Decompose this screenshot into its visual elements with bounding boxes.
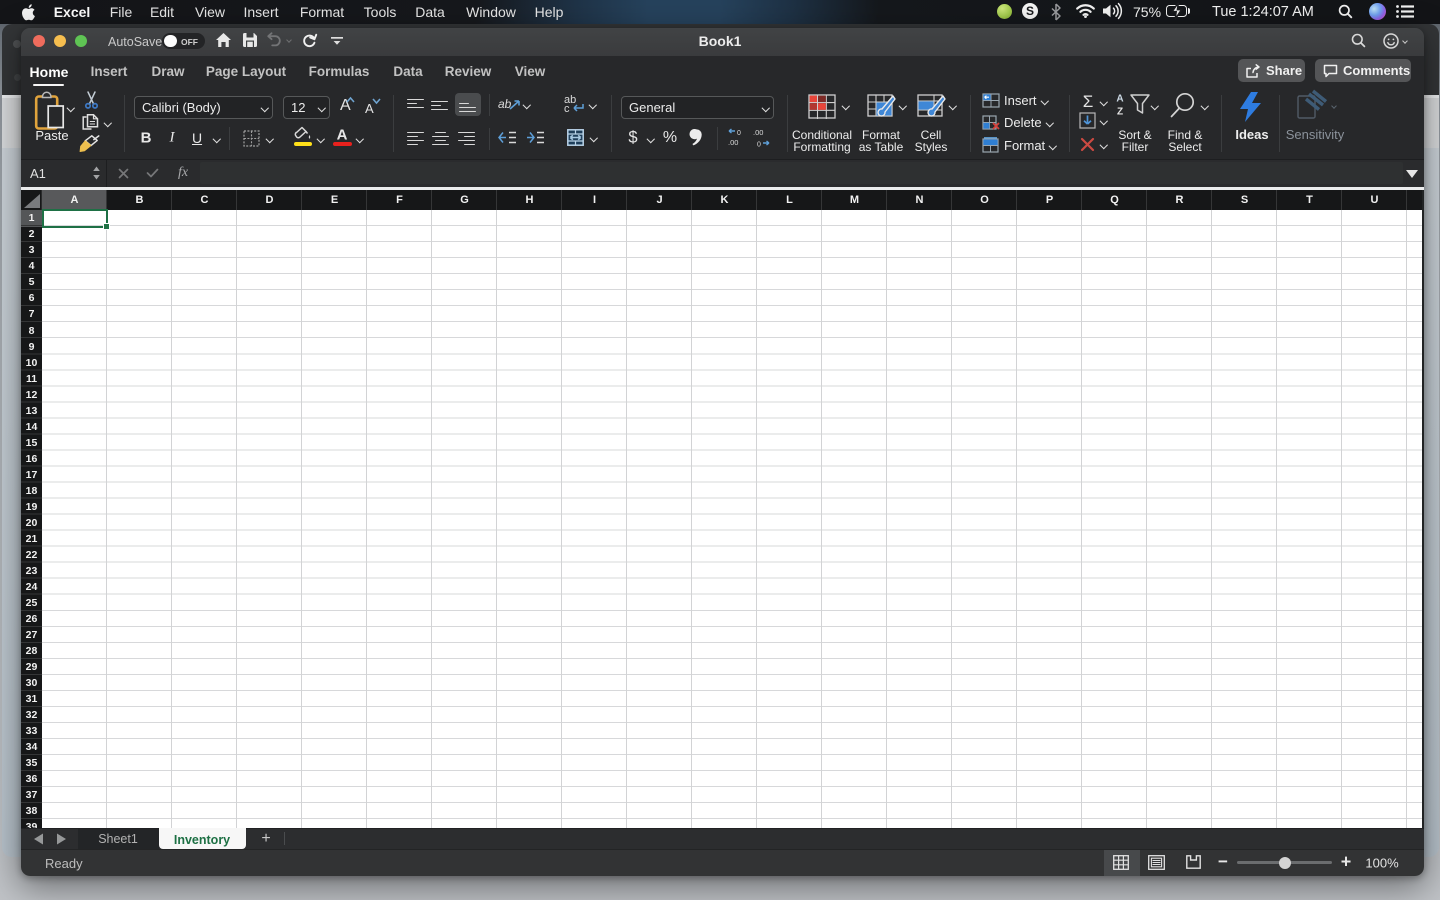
svg-text:.00: .00 [753, 128, 763, 137]
svg-text:0: 0 [757, 142, 761, 149]
svg-text:.00: .00 [728, 138, 738, 147]
svg-text:0: 0 [737, 130, 741, 137]
